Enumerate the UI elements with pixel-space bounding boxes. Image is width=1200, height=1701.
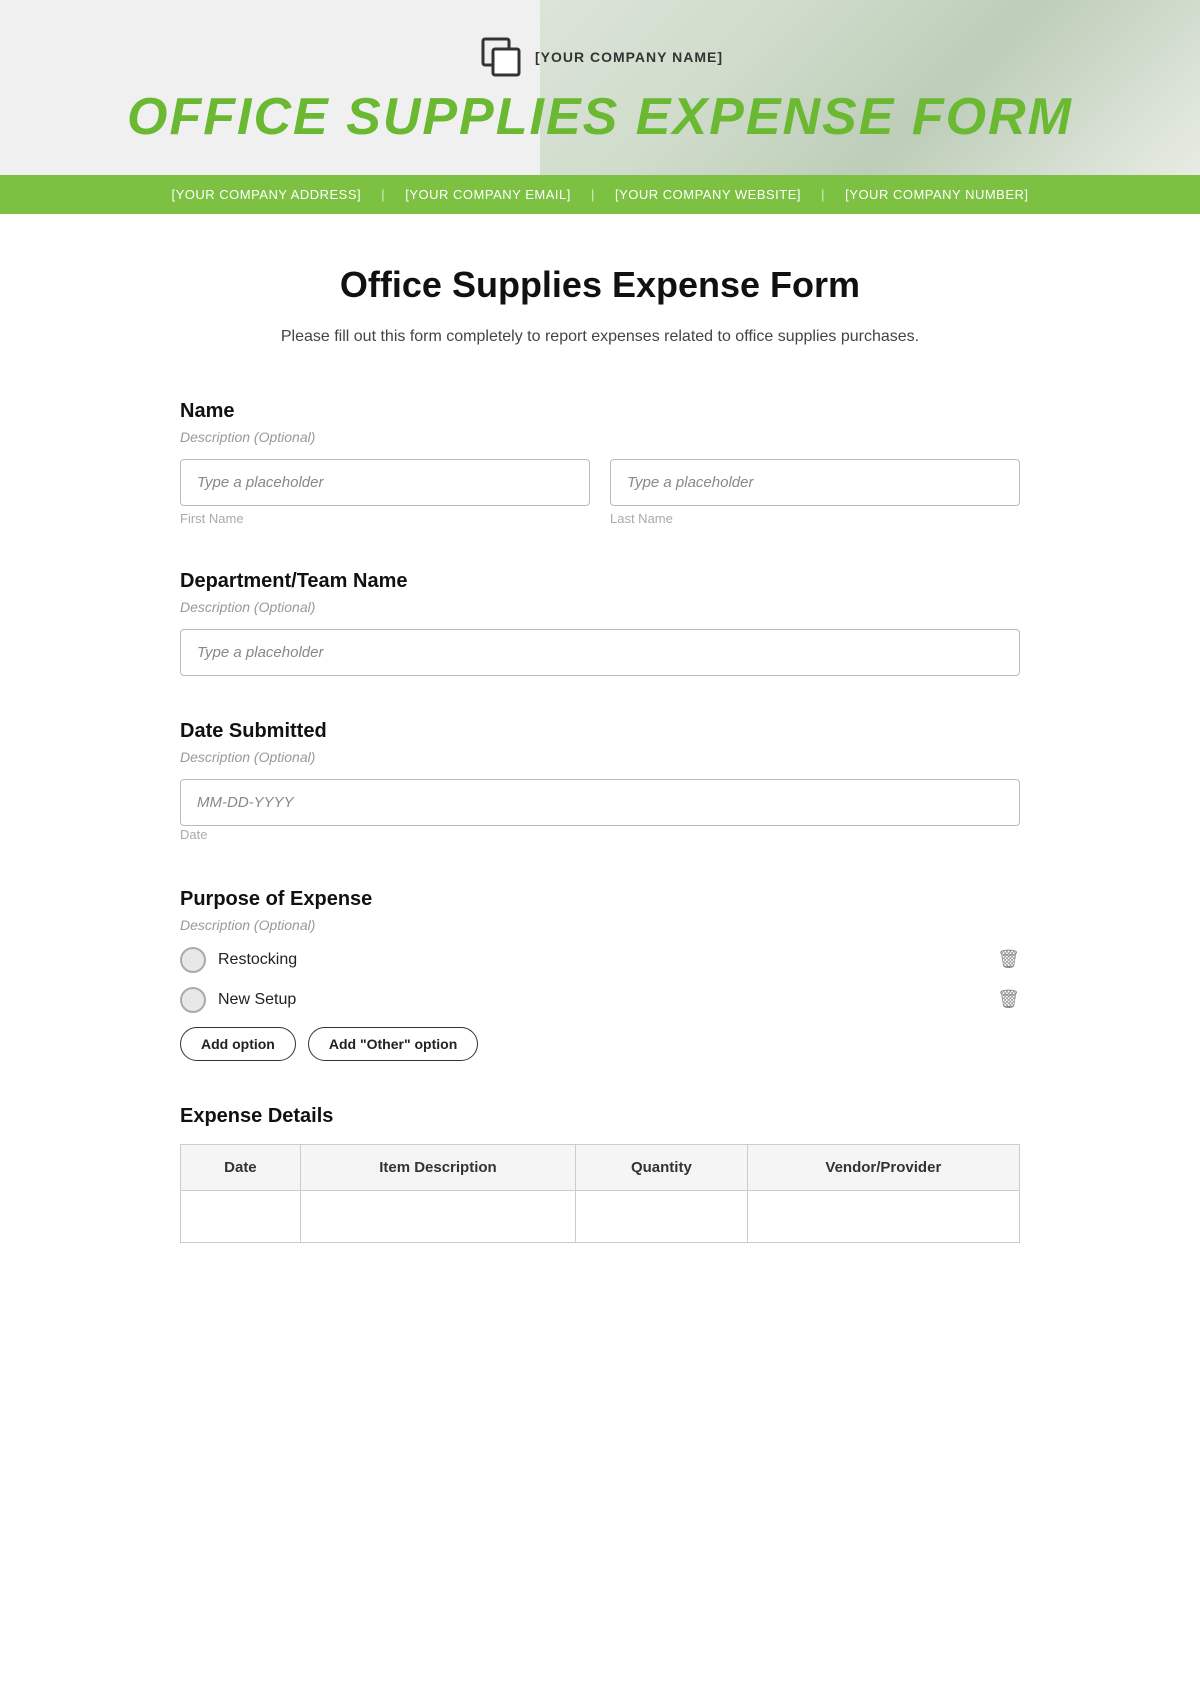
radio-left-new-setup: New Setup bbox=[180, 987, 296, 1013]
table-cell-item-description bbox=[300, 1190, 575, 1242]
name-section-description: Description (Optional) bbox=[180, 429, 1020, 445]
company-email: [YOUR COMPANY EMAIL] bbox=[405, 187, 571, 202]
company-number: [YOUR COMPANY NUMBER] bbox=[845, 187, 1028, 202]
date-section-description: Description (Optional) bbox=[180, 749, 1020, 765]
company-logo-icon bbox=[477, 33, 525, 81]
expense-table: Date Item Description Quantity Vendor/Pr… bbox=[180, 1144, 1020, 1243]
info-bar: [YOUR COMPANY ADDRESS] | [YOUR COMPANY E… bbox=[0, 175, 1200, 214]
add-other-option-button[interactable]: Add "Other" option bbox=[308, 1027, 478, 1061]
date-sublabel: Date bbox=[180, 827, 207, 842]
page-subtitle: Please fill out this form completely to … bbox=[180, 324, 1020, 350]
date-input[interactable] bbox=[180, 779, 1020, 826]
table-row bbox=[181, 1190, 1020, 1242]
add-option-button[interactable]: Add option bbox=[180, 1027, 296, 1061]
table-header-vendor: Vendor/Provider bbox=[747, 1144, 1019, 1190]
first-name-group: First Name bbox=[180, 459, 590, 526]
radio-circle-restocking[interactable] bbox=[180, 947, 206, 973]
company-name-text: [YOUR COMPANY NAME] bbox=[535, 49, 723, 65]
name-section-label: Name bbox=[180, 400, 1020, 423]
delete-icon-restocking[interactable]: 🗑 bbox=[997, 949, 1020, 970]
logo-row: [YOUR COMPANY NAME] bbox=[477, 33, 723, 81]
name-section: Name Description (Optional) First Name L… bbox=[180, 400, 1020, 526]
department-section: Department/Team Name Description (Option… bbox=[180, 570, 1020, 676]
separator-1: | bbox=[381, 187, 385, 202]
last-name-input[interactable] bbox=[610, 459, 1020, 506]
table-cell-vendor bbox=[747, 1190, 1019, 1242]
department-section-label: Department/Team Name bbox=[180, 570, 1020, 593]
table-header-item-description: Item Description bbox=[300, 1144, 575, 1190]
table-cell-quantity bbox=[576, 1190, 748, 1242]
radio-option-new-setup: New Setup 🗑 bbox=[180, 987, 1020, 1013]
expense-table-head: Date Item Description Quantity Vendor/Pr… bbox=[181, 1144, 1020, 1190]
main-content: Office Supplies Expense Form Please fill… bbox=[140, 214, 1060, 1347]
company-website: [YOUR COMPANY WEBSITE] bbox=[615, 187, 801, 202]
separator-2: | bbox=[591, 187, 595, 202]
date-section: Date Submitted Description (Optional) Da… bbox=[180, 720, 1020, 844]
first-name-input[interactable] bbox=[180, 459, 590, 506]
header-logo-area: [YOUR COMPANY NAME] OFFICE SUPPLIES EXPE… bbox=[80, 33, 1120, 143]
radio-option-restocking: Restocking 🗑 bbox=[180, 947, 1020, 973]
radio-label-restocking: Restocking bbox=[218, 951, 297, 969]
department-input[interactable] bbox=[180, 629, 1020, 676]
purpose-section-label: Purpose of Expense bbox=[180, 888, 1020, 911]
date-section-label: Date Submitted bbox=[180, 720, 1020, 743]
header-form-title: OFFICE SUPPLIES EXPENSE FORM bbox=[127, 91, 1073, 143]
last-name-group: Last Name bbox=[610, 459, 1020, 526]
purpose-section-description: Description (Optional) bbox=[180, 917, 1020, 933]
separator-3: | bbox=[821, 187, 825, 202]
table-header-quantity: Quantity bbox=[576, 1144, 748, 1190]
header-banner: [YOUR COMPANY NAME] OFFICE SUPPLIES EXPE… bbox=[0, 0, 1200, 175]
name-input-row: First Name Last Name bbox=[180, 459, 1020, 526]
radio-label-new-setup: New Setup bbox=[218, 991, 296, 1009]
expense-details-section: Expense Details Date Item Description Qu… bbox=[180, 1105, 1020, 1243]
table-cell-date bbox=[181, 1190, 301, 1242]
add-options-row: Add option Add "Other" option bbox=[180, 1027, 1020, 1061]
purpose-section: Purpose of Expense Description (Optional… bbox=[180, 888, 1020, 1061]
expense-table-header-row: Date Item Description Quantity Vendor/Pr… bbox=[181, 1144, 1020, 1190]
department-section-description: Description (Optional) bbox=[180, 599, 1020, 615]
radio-circle-new-setup[interactable] bbox=[180, 987, 206, 1013]
page-title: Office Supplies Expense Form bbox=[180, 264, 1020, 306]
expense-table-body bbox=[181, 1190, 1020, 1242]
delete-icon-new-setup[interactable]: 🗑 bbox=[997, 989, 1020, 1010]
radio-left-restocking: Restocking bbox=[180, 947, 297, 973]
table-header-date: Date bbox=[181, 1144, 301, 1190]
first-name-sublabel: First Name bbox=[180, 511, 590, 526]
last-name-sublabel: Last Name bbox=[610, 511, 1020, 526]
company-address: [YOUR COMPANY ADDRESS] bbox=[171, 187, 361, 202]
expense-details-label: Expense Details bbox=[180, 1105, 1020, 1128]
